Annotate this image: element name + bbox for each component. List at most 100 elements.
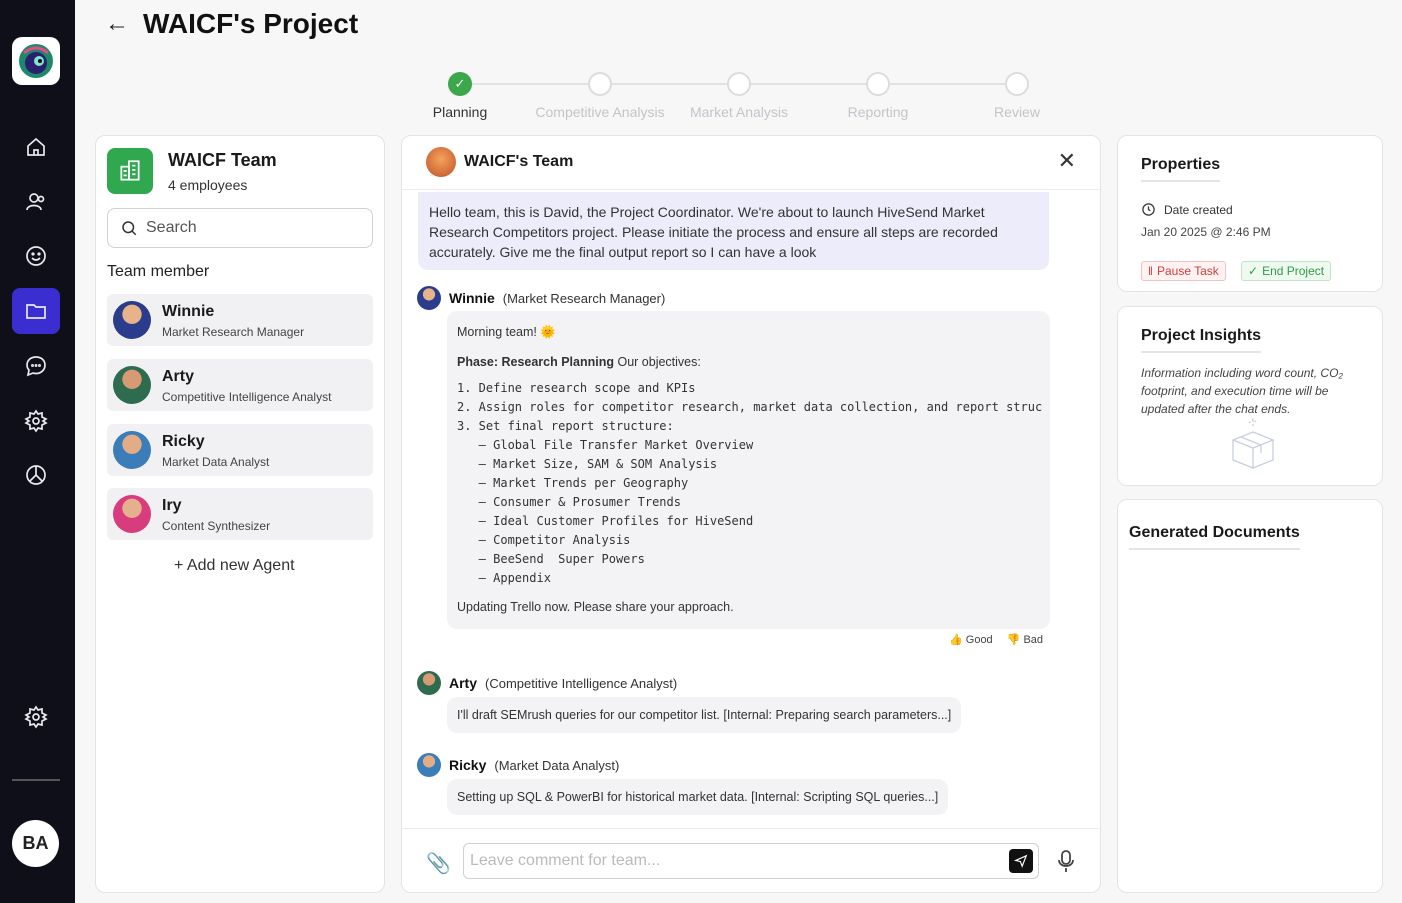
empty-box-icon xyxy=(1231,418,1275,469)
coordinator-message: Hello team, this is David, the Project C… xyxy=(418,192,1049,270)
member-iry[interactable]: Iry Content Synthesizer xyxy=(107,488,373,540)
check-icon: ✓ xyxy=(1248,264,1259,278)
member-name: Ricky xyxy=(162,433,205,450)
message-sender: Winnie (Market Research Manager) xyxy=(417,286,665,310)
search-input[interactable]: Search xyxy=(107,208,373,248)
member-name: Arty xyxy=(162,368,195,385)
message-greeting: Morning team! 🌞 xyxy=(457,325,556,339)
sender-role: (Competitive Intelligence Analyst) xyxy=(485,675,678,691)
step-label: Reporting xyxy=(847,104,909,120)
send-icon[interactable] xyxy=(1009,849,1033,873)
step-competitive-analysis[interactable]: Competitive Analysis xyxy=(530,70,670,120)
chat-header: WAICF's Team ✕ xyxy=(402,136,1100,190)
team-panel: WAICF Team 4 employees Search Team membe… xyxy=(95,135,385,893)
sender-role: (Market Research Manager) xyxy=(502,290,666,306)
avatar xyxy=(113,301,151,339)
member-ricky[interactable]: Ricky Market Data Analyst xyxy=(107,424,373,476)
sender-name: Ricky xyxy=(449,757,487,773)
avatar xyxy=(113,431,151,469)
team-avatar xyxy=(426,147,456,177)
member-winnie[interactable]: Winnie Market Research Manager xyxy=(107,294,373,346)
microphone-icon[interactable] xyxy=(1056,849,1076,873)
message-footer: Updating Trello now. Please share your a… xyxy=(457,600,734,614)
sender-name: Arty xyxy=(449,675,478,691)
add-agent-button[interactable]: + Add new Agent xyxy=(174,557,295,575)
step-review[interactable]: Review xyxy=(947,70,1087,120)
sender-name: Winnie xyxy=(449,290,495,306)
member-name: Iry xyxy=(162,497,182,514)
date-value: Jan 20 2025 @ 2:46 PM xyxy=(1141,225,1271,239)
member-role: Market Research Manager xyxy=(162,325,305,339)
insights-title: Project Insights xyxy=(1141,327,1262,353)
pie-chart-icon[interactable] xyxy=(12,452,60,498)
insights-text: Information including word count, CO₂ fo… xyxy=(1141,366,1344,416)
step-dot xyxy=(588,72,612,96)
robot-logo-icon[interactable] xyxy=(12,37,60,85)
pause-task-button[interactable]: ‖ Pause Task xyxy=(1141,261,1226,281)
avatar xyxy=(113,366,151,404)
user-avatar[interactable]: BA xyxy=(12,820,59,867)
smile-icon[interactable] xyxy=(12,233,60,279)
documents-title: Generated Documents xyxy=(1129,524,1300,550)
close-icon[interactable]: ✕ xyxy=(1058,148,1076,174)
check-icon: ✓ xyxy=(448,72,472,96)
ricky-message: Setting up SQL & PowerBI for historical … xyxy=(447,779,949,815)
avatar xyxy=(113,495,151,533)
properties-panel: Properties Date created Jan 20 2025 @ 2:… xyxy=(1117,135,1383,292)
documents-panel: Generated Documents xyxy=(1117,499,1383,893)
step-label: Planning xyxy=(432,104,488,120)
step-reporting[interactable]: Reporting xyxy=(808,70,948,120)
step-dot xyxy=(866,72,890,96)
pause-label: Pause Task xyxy=(1156,264,1219,278)
folder-icon[interactable] xyxy=(12,288,60,334)
pause-icon: ‖ xyxy=(1148,264,1153,278)
bad-label: Bad xyxy=(1023,634,1044,646)
date-label: Date created xyxy=(1164,202,1233,217)
step-label: Review xyxy=(994,104,1040,120)
message-sender: Ricky (Market Data Analyst) xyxy=(417,753,619,777)
progress-stepper: ✓ Planning Competitive Analysis Market A… xyxy=(420,70,1060,120)
message-sender: Arty (Competitive Intelligence Analyst) xyxy=(417,671,677,695)
end-label: End Project xyxy=(1262,264,1325,278)
agents-icon[interactable] xyxy=(12,179,60,225)
end-project-button[interactable]: ✓ End Project xyxy=(1241,261,1332,281)
avatar xyxy=(417,753,441,777)
composer: 📎 xyxy=(402,828,1100,892)
member-role: Competitive Intelligence Analyst xyxy=(162,390,332,404)
settings-icon[interactable] xyxy=(12,398,60,444)
page-header: ← WAICF's Project xyxy=(105,8,358,40)
member-name: Winnie xyxy=(162,303,215,320)
chat-icon[interactable] xyxy=(12,343,60,389)
winnie-message: Morning team! 🌞 Phase: Research Planning… xyxy=(447,311,1050,629)
building-icon xyxy=(107,148,153,194)
avatar xyxy=(417,286,441,310)
date-created: Date created xyxy=(1141,202,1233,217)
member-role: Market Data Analyst xyxy=(162,455,270,469)
search-icon xyxy=(122,221,137,236)
home-icon[interactable] xyxy=(12,124,60,170)
step-label: Competitive Analysis xyxy=(535,104,665,120)
back-arrow-icon[interactable]: ← xyxy=(105,10,129,38)
clock-icon xyxy=(1142,203,1155,216)
team-name: WAICF Team xyxy=(168,150,277,170)
chat-panel: WAICF's Team ✕ Hello team, this is David… xyxy=(401,135,1101,893)
team-member-heading: Team member xyxy=(107,263,210,280)
gear-icon[interactable] xyxy=(12,694,60,740)
bad-button[interactable]: 👎 Bad xyxy=(1007,633,1043,646)
comment-input[interactable] xyxy=(463,843,1039,879)
member-arty[interactable]: Arty Competitive Intelligence Analyst xyxy=(107,359,373,411)
sidebar: BA xyxy=(0,0,75,903)
phase-text: Our objectives: xyxy=(614,355,701,369)
chat-title: WAICF's Team xyxy=(464,153,574,170)
team-count: 4 employees xyxy=(168,177,248,193)
good-label: Good xyxy=(965,634,993,646)
avatar xyxy=(417,671,441,695)
step-planning[interactable]: ✓ Planning xyxy=(390,70,530,120)
step-market-analysis[interactable]: Market Analysis xyxy=(669,70,809,120)
arty-message: I'll draft SEMrush queries for our compe… xyxy=(447,697,962,733)
search-placeholder: Search xyxy=(146,219,197,236)
step-dot xyxy=(727,72,751,96)
paperclip-icon[interactable]: 📎 xyxy=(426,851,451,876)
properties-title: Properties xyxy=(1141,156,1221,182)
good-button[interactable]: 👍 Good xyxy=(949,633,993,646)
